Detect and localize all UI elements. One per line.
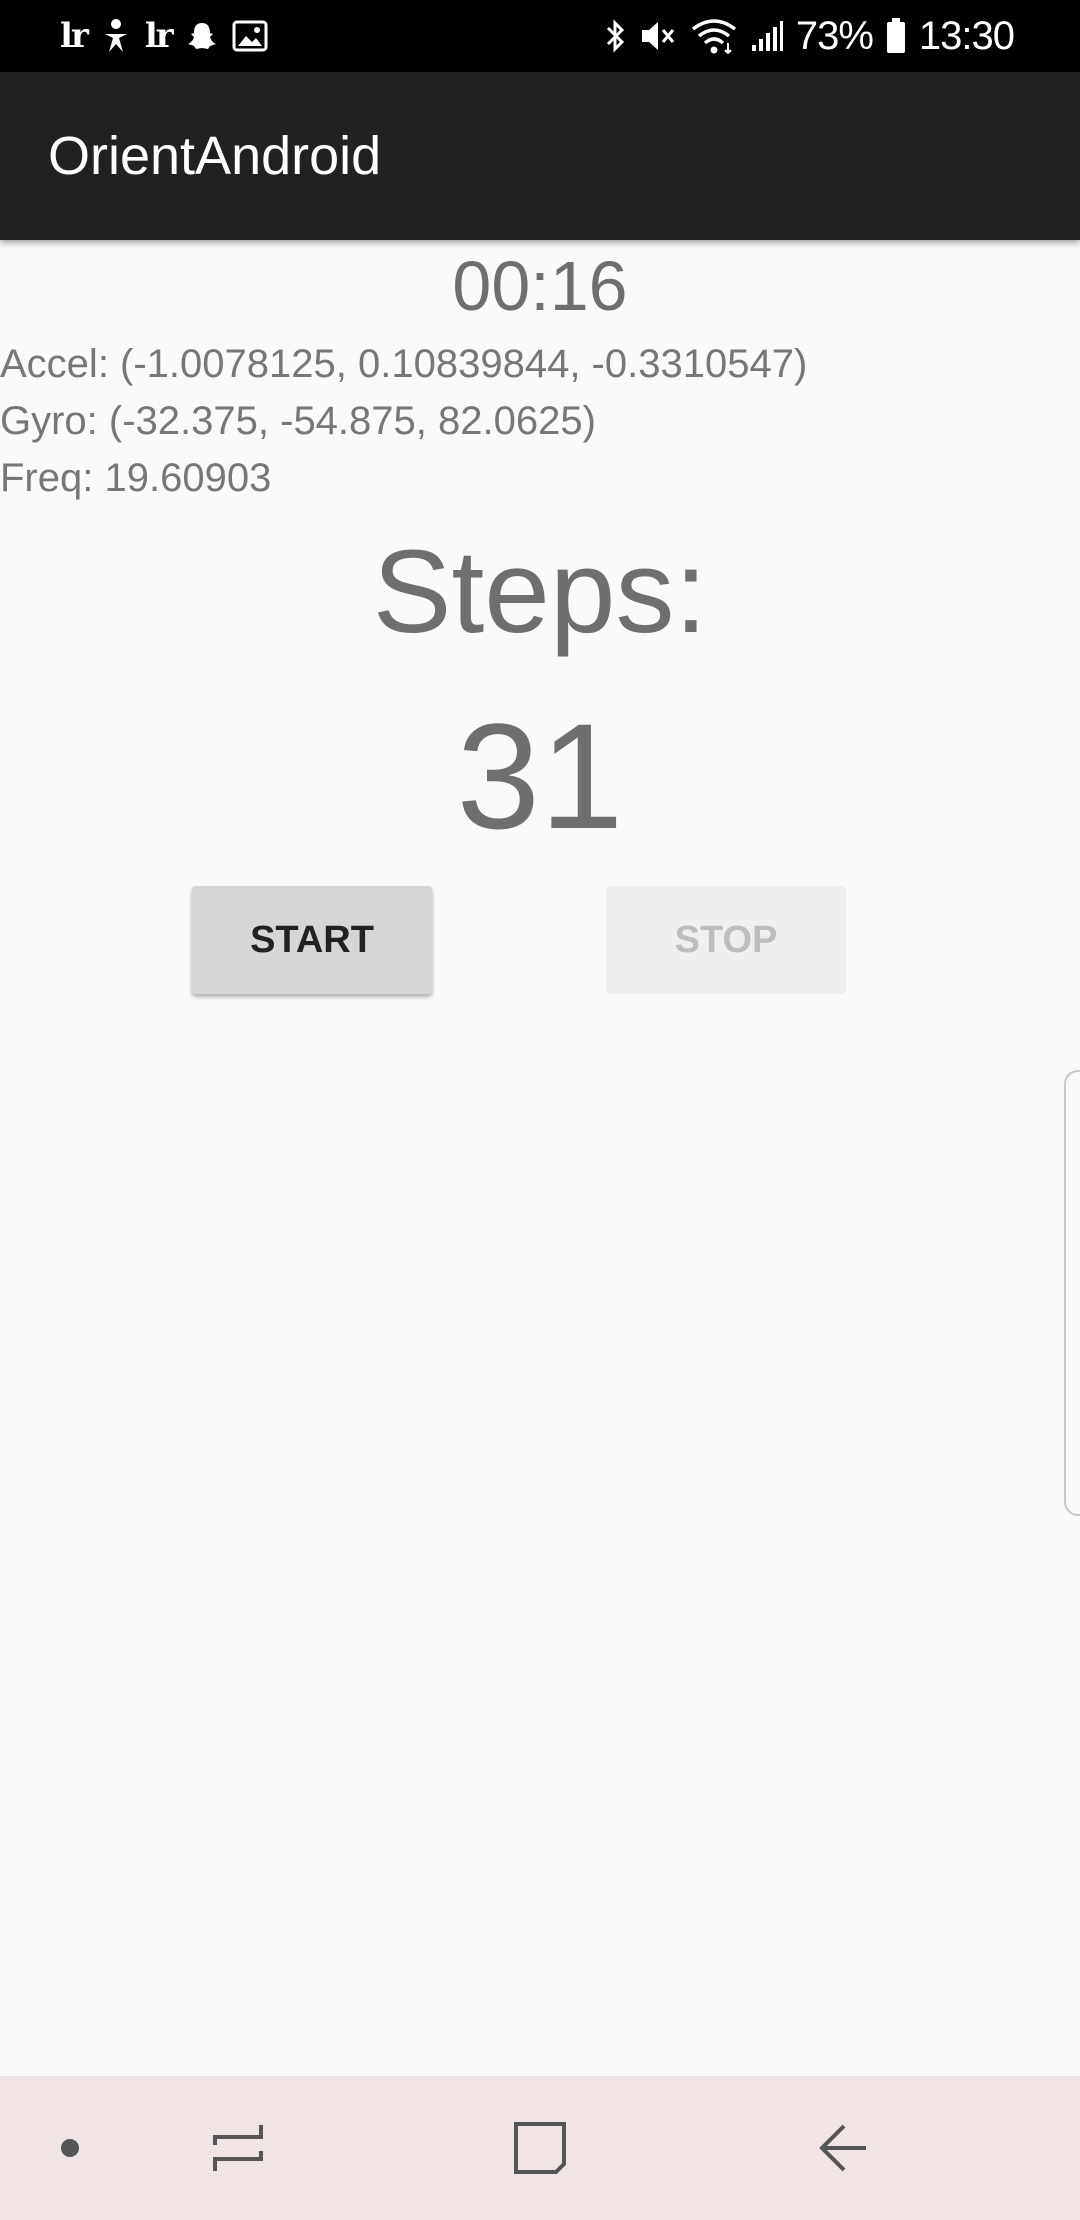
snapchat-icon <box>186 16 218 56</box>
recent-apps-icon[interactable] <box>198 2076 278 2220</box>
back-icon[interactable] <box>804 2076 884 2220</box>
lightroom-icon: lr <box>144 16 174 56</box>
clock: 13:30 <box>918 13 1015 58</box>
navigation-bar <box>0 2076 1080 2220</box>
steps-label: Steps: <box>372 526 708 658</box>
system-indicators: 73% 13:30 <box>604 0 1015 72</box>
mute-icon <box>638 16 678 56</box>
dot-icon[interactable] <box>40 2076 100 2220</box>
battery-icon <box>885 16 907 56</box>
stop-button[interactable]: STOP <box>606 886 846 994</box>
home-icon[interactable] <box>500 2076 580 2220</box>
app-title: OrientAndroid <box>48 126 382 186</box>
signal-icon <box>750 16 784 56</box>
steps-count: 31 <box>456 692 624 860</box>
freq-readout: Freq: 19.60903 <box>0 456 272 500</box>
notification-icons: lr lr <box>60 0 268 72</box>
app-toolbar: OrientAndroid <box>0 72 1080 240</box>
accel-readout: Accel: (-1.0078125, 0.10839844, -0.33105… <box>0 342 808 386</box>
accessibility-icon <box>101 16 131 56</box>
gallery-icon <box>232 16 268 56</box>
elapsed-timer: 00:16 <box>452 247 628 325</box>
status-bar: lr lr 73% 13:30 <box>0 0 1080 72</box>
start-button[interactable]: START <box>192 886 432 994</box>
bluetooth-icon <box>604 16 626 56</box>
gyro-readout: Gyro: (-32.375, -54.875, 82.0625) <box>0 399 596 443</box>
wifi-icon <box>690 16 738 56</box>
lightroom-icon: lr <box>60 16 89 56</box>
battery-percent: 73% <box>795 13 874 58</box>
edge-panel-handle[interactable] <box>1064 1070 1080 1516</box>
